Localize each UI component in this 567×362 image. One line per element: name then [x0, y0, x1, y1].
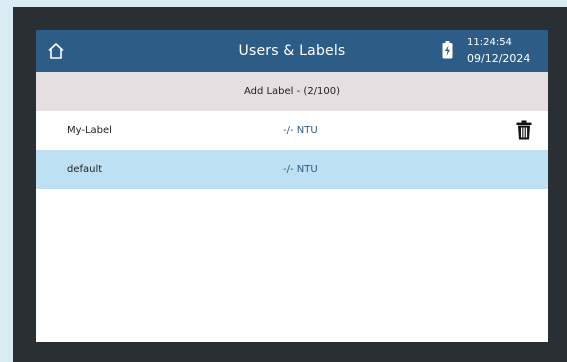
label-row[interactable]: My-Label -/- NTU	[36, 111, 548, 150]
add-label-button[interactable]: Add Label - (2/100)	[36, 72, 548, 111]
device-screen: Users & Labels 11:24:54 09/12/2024 Add L…	[36, 30, 548, 342]
label-value: -/- NTU	[283, 164, 318, 175]
label-row-selected[interactable]: default -/- NTU	[36, 150, 548, 189]
label-value: -/- NTU	[283, 125, 318, 136]
battery-charging-icon	[442, 41, 453, 59]
label-name: My-Label	[67, 125, 112, 136]
trash-icon[interactable]	[516, 120, 532, 140]
add-label-text: Add Label - (2/100)	[243, 86, 341, 97]
clock-date: 09/12/2024	[467, 52, 531, 65]
clock-time: 11:24:54	[467, 37, 512, 48]
header-bar: Users & Labels 11:24:54 09/12/2024	[36, 30, 548, 72]
label-name: default	[67, 164, 103, 175]
